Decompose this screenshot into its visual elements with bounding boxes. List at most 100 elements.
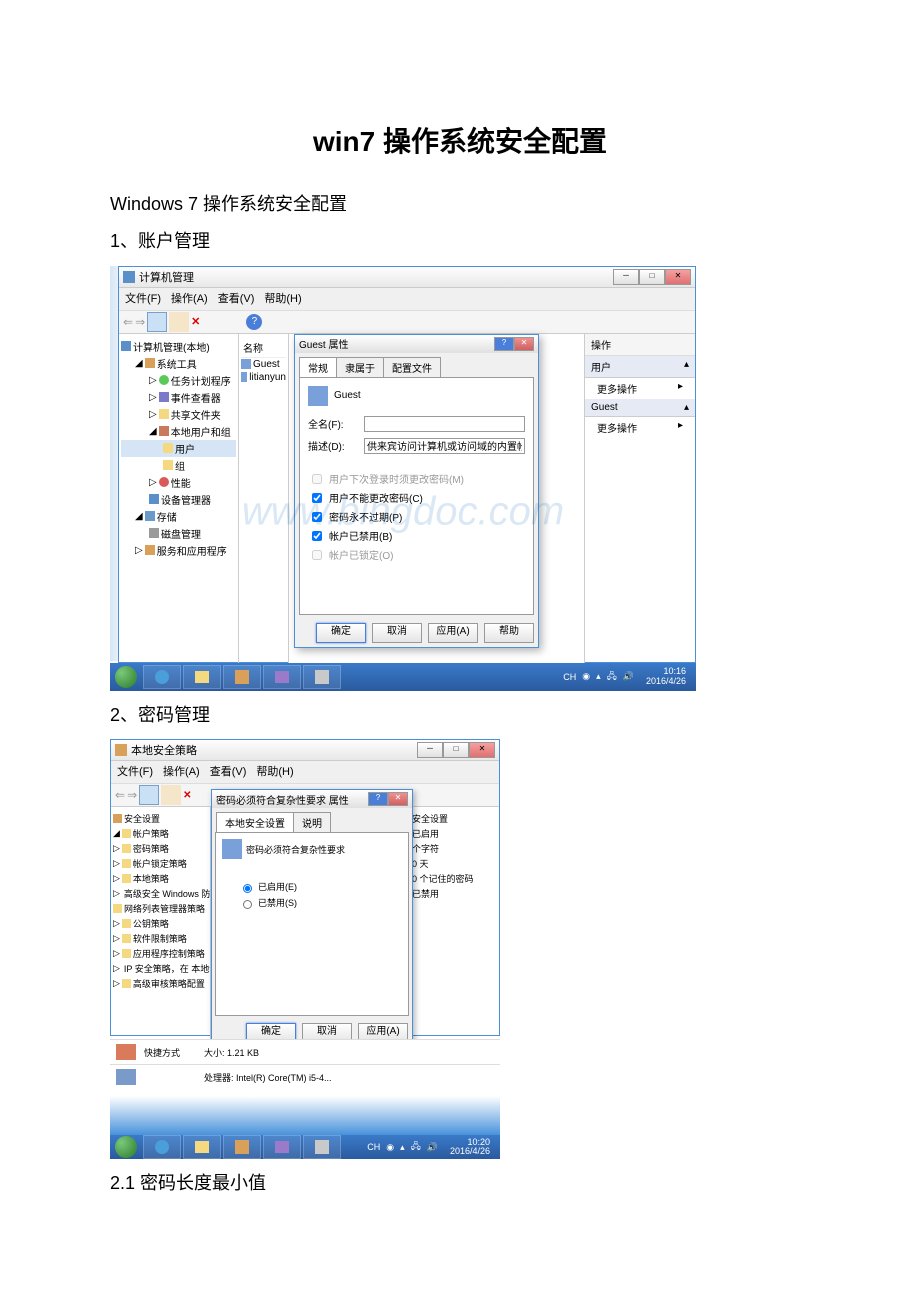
tree-appctl[interactable]: ▷ 应用程序控制策略: [113, 946, 208, 961]
forward-icon[interactable]: ⇒: [135, 315, 145, 329]
tree-localusers[interactable]: ◢ 本地用户和组: [121, 423, 236, 440]
tab-memberof[interactable]: 隶属于: [336, 357, 384, 377]
taskbar-app[interactable]: [263, 665, 301, 689]
chk-cannot-change-pwd[interactable]: 用户不能更改密码(C): [308, 490, 525, 506]
taskbar-app[interactable]: [263, 1135, 301, 1159]
tree-devmgr[interactable]: 设备管理器: [121, 491, 236, 508]
dialog-titlebar[interactable]: 密码必须符合复杂性要求 属性 ? ✕: [212, 790, 412, 808]
maximize-button[interactable]: □: [443, 742, 469, 758]
help-icon[interactable]: ?: [246, 314, 262, 330]
tree-systools[interactable]: ◢ 系统工具: [121, 355, 236, 372]
dialog-titlebar[interactable]: Guest 属性 ? ✕: [295, 335, 538, 353]
user-guest[interactable]: Guest: [241, 358, 286, 371]
chk-account-disabled[interactable]: 帐户已禁用(B): [308, 528, 525, 544]
taskbar-ie[interactable]: [143, 665, 181, 689]
tab-explain[interactable]: 说明: [293, 812, 331, 832]
dialog-close-button[interactable]: ✕: [514, 337, 534, 351]
tray-icon[interactable]: ◉: [386, 1142, 394, 1153]
menu-help[interactable]: 帮助(H): [264, 290, 301, 308]
dialog-help-button[interactable]: ?: [494, 337, 514, 351]
ok-button[interactable]: 确定: [316, 623, 366, 643]
system-tray[interactable]: CH ◉ ▴ 🖧 🔊 10:202016/4/26: [363, 1138, 500, 1158]
tree-task[interactable]: ▷ 任务计划程序: [121, 372, 236, 389]
taskbar-ie[interactable]: [143, 1135, 181, 1159]
minimize-button[interactable]: －: [417, 742, 443, 758]
forward-icon[interactable]: ⇒: [127, 788, 137, 802]
tree-event[interactable]: ▷ 事件查看器: [121, 389, 236, 406]
network-icon[interactable]: 🖧: [411, 1139, 421, 1155]
back-icon[interactable]: ⇐: [115, 788, 125, 802]
tree-local[interactable]: ▷ 本地策略: [113, 871, 208, 886]
titlebar[interactable]: 计算机管理 － □ ✕: [119, 267, 695, 288]
tree-groups[interactable]: 组: [121, 457, 236, 474]
ime-indicator[interactable]: CH: [367, 1142, 380, 1152]
chk-pwd-never-expires[interactable]: 密码永不过期(P): [308, 509, 525, 525]
start-button[interactable]: [110, 663, 142, 691]
tree-root[interactable]: 安全设置: [113, 811, 208, 826]
menu-file[interactable]: 文件(F): [125, 290, 161, 308]
toolbar-btn[interactable]: [169, 312, 189, 332]
menu-action[interactable]: 操作(A): [171, 290, 208, 308]
menu-help[interactable]: 帮助(H): [256, 763, 293, 781]
tree-lockout[interactable]: ▷ 帐户锁定策略: [113, 856, 208, 871]
tab-profile[interactable]: 配置文件: [383, 357, 441, 377]
volume-icon[interactable]: 🔊: [427, 1142, 438, 1153]
delete-icon[interactable]: ✕: [191, 315, 200, 328]
actions-section-user[interactable]: 用户▴: [585, 356, 695, 378]
network-icon[interactable]: 🖧: [607, 669, 617, 685]
clock[interactable]: 10:162016/4/26: [640, 667, 692, 687]
tree-perf[interactable]: ▷ 性能: [121, 474, 236, 491]
close-button[interactable]: ✕: [469, 742, 495, 758]
radio-enabled[interactable]: 已启用(E): [238, 880, 402, 893]
toolbar-btn[interactable]: [139, 785, 159, 805]
more-actions[interactable]: 更多操作▸: [585, 417, 695, 438]
start-button[interactable]: [110, 1133, 142, 1161]
tree-share[interactable]: ▷ 共享文件夹: [121, 406, 236, 423]
tree-root[interactable]: 计算机管理(本地): [121, 338, 236, 355]
minimize-button[interactable]: －: [613, 269, 639, 285]
taskbar-app[interactable]: [223, 665, 261, 689]
help-button[interactable]: 帮助: [484, 623, 534, 643]
radio-disabled[interactable]: 已禁用(S): [238, 896, 402, 909]
toolbar-btn[interactable]: [224, 312, 244, 332]
tab-local-setting[interactable]: 本地安全设置: [216, 812, 294, 832]
tree-nlm[interactable]: 网络列表管理器策略: [113, 901, 208, 916]
taskbar-app[interactable]: [223, 1135, 261, 1159]
tree-firewall[interactable]: ▷ 高级安全 Windows 防火: [113, 886, 208, 901]
tree-services[interactable]: ▷ 服务和应用程序: [121, 542, 236, 559]
tree-pwd[interactable]: ▷ 密码策略: [113, 841, 208, 856]
menu-file[interactable]: 文件(F): [117, 763, 153, 781]
volume-icon[interactable]: 🔊: [623, 671, 634, 682]
more-actions[interactable]: 更多操作▸: [585, 378, 695, 399]
taskbar-app[interactable]: [303, 1135, 341, 1159]
tree-users[interactable]: 用户: [121, 440, 236, 457]
tree-ipsec[interactable]: ▷ IP 安全策略，在 本地计: [113, 961, 208, 976]
tree-diskmgr[interactable]: 磁盘管理: [121, 525, 236, 542]
user-litianyun[interactable]: litianyun: [241, 371, 286, 384]
maximize-button[interactable]: □: [639, 269, 665, 285]
toolbar-btn[interactable]: [161, 785, 181, 805]
menu-action[interactable]: 操作(A): [163, 763, 200, 781]
tree-pubkey[interactable]: ▷ 公钥策略: [113, 916, 208, 931]
taskbar-explorer[interactable]: [183, 665, 221, 689]
close-button[interactable]: ✕: [665, 269, 691, 285]
tray-icon[interactable]: ▴: [400, 1142, 405, 1153]
menu-view[interactable]: 查看(V): [210, 763, 247, 781]
fullname-input[interactable]: [364, 416, 525, 432]
desc-input[interactable]: [364, 438, 525, 454]
toolbar-btn[interactable]: [202, 312, 222, 332]
dialog-help-button[interactable]: ?: [368, 792, 388, 806]
tray-icon[interactable]: ◉: [582, 671, 590, 682]
system-tray[interactable]: CH ◉ ▴ 🖧 🔊 10:162016/4/26: [559, 667, 696, 687]
back-icon[interactable]: ⇐: [123, 315, 133, 329]
tree-audit[interactable]: ▷ 高级审核策略配置: [113, 976, 208, 991]
apply-button[interactable]: 应用(A): [428, 623, 478, 643]
collapse-icon[interactable]: ▴: [684, 359, 689, 374]
cancel-button[interactable]: 取消: [372, 623, 422, 643]
tab-general[interactable]: 常规: [299, 357, 337, 377]
taskbar-explorer[interactable]: [183, 1135, 221, 1159]
titlebar[interactable]: 本地安全策略 － □ ✕: [111, 740, 499, 761]
delete-icon[interactable]: ✕: [183, 790, 191, 801]
toolbar-btn[interactable]: [147, 312, 167, 332]
tree-storage[interactable]: ◢ 存储: [121, 508, 236, 525]
